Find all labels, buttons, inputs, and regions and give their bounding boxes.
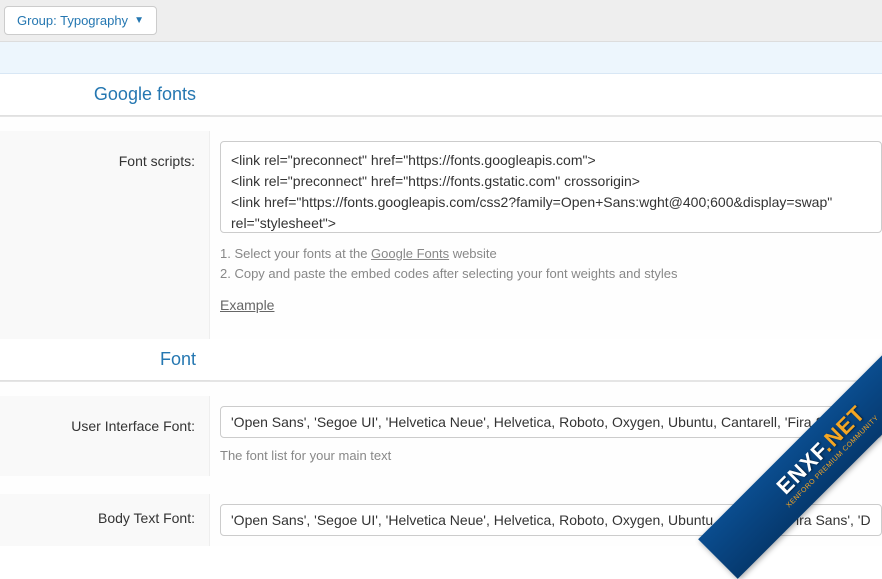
group-dropdown-label: Group: Typography	[17, 13, 128, 28]
label-body-font: Body Text Font:	[0, 494, 210, 546]
link-example[interactable]: Example	[220, 297, 274, 313]
group-dropdown-button[interactable]: Group: Typography ▼	[4, 6, 157, 35]
input-font-scripts[interactable]	[220, 141, 882, 233]
row-font-scripts: Font scripts: 1. Select your fonts at th…	[0, 117, 882, 339]
label-font-scripts: Font scripts:	[0, 131, 210, 339]
link-google-fonts[interactable]: Google Fonts	[371, 246, 449, 261]
hint-ui-font: The font list for your main text	[220, 446, 882, 466]
row-ui-font: User Interface Font: The font list for y…	[0, 382, 882, 476]
hint-font-scripts: 1. Select your fonts at the Google Fonts…	[220, 244, 882, 283]
input-ui-font[interactable]	[220, 406, 882, 438]
section-font-header: Font	[0, 339, 882, 382]
label-ui-font: User Interface Font:	[0, 396, 210, 476]
caret-down-icon: ▼	[134, 15, 144, 26]
input-body-font[interactable]	[220, 504, 882, 536]
top-bar: Group: Typography ▼	[0, 0, 882, 42]
info-bar	[0, 42, 882, 74]
section-title-google-fonts: Google fonts	[0, 74, 210, 116]
section-title-font: Font	[0, 339, 210, 381]
row-body-font: Body Text Font:	[0, 476, 882, 546]
section-google-fonts-header: Google fonts	[0, 74, 882, 117]
